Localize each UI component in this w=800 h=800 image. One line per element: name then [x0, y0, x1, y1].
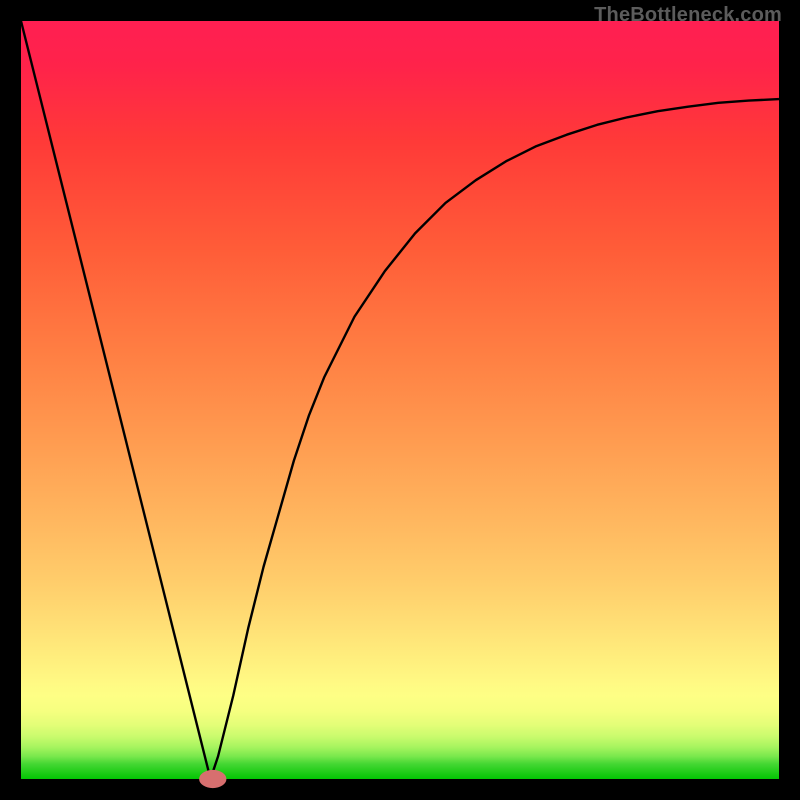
watermark-text: TheBottleneck.com [594, 4, 782, 27]
bottleneck-chart [0, 0, 800, 800]
curve-min-marker [199, 770, 226, 788]
plot-background [21, 21, 779, 779]
chart-frame: TheBottleneck.com [0, 0, 800, 800]
